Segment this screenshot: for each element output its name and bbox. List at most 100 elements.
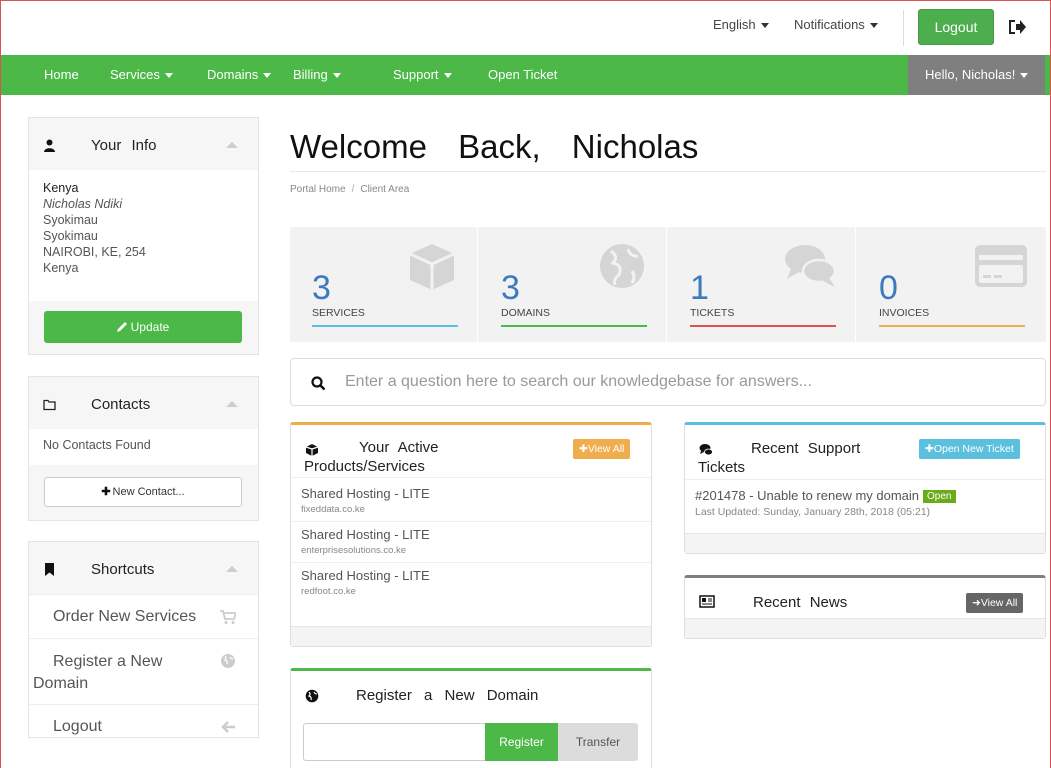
register-domain-title: Register a New Domain — [356, 687, 539, 704]
tile-tickets[interactable]: 1 TICKETS — [668, 227, 856, 342]
cube-icon — [409, 244, 455, 290]
language-label: English — [713, 17, 756, 32]
sign-out-icon[interactable] — [1007, 17, 1027, 37]
product-row[interactable]: Shared Hosting - LITE redfoot.co.ke — [291, 562, 651, 603]
nav-services-label: Services — [110, 67, 160, 82]
product-domain: enterprisesolutions.co.ke — [301, 545, 407, 556]
nav-support[interactable]: Support — [393, 67, 452, 82]
update-label: Update — [130, 320, 170, 334]
tile-services[interactable]: 3 SERVICES — [290, 227, 478, 342]
recent-news-title: Recent News — [753, 594, 848, 611]
user-greeting: Hello, Nicholas! — [925, 67, 1016, 82]
nav-billing[interactable]: Billing — [293, 67, 341, 82]
shortcut-order-new-services[interactable]: Order New Services — [29, 594, 258, 638]
ticket-subject: #201478 - Unable to renew my domain — [695, 488, 920, 503]
logout-button[interactable]: Logout — [918, 9, 994, 45]
register-domain-card: Register a New Domain Register Transfer — [290, 668, 652, 768]
update-button[interactable]: Update — [44, 311, 242, 343]
address-city: NAIROBI, KE, 254 — [43, 245, 146, 259]
new-contact-button[interactable]: ✚ New Contact... — [44, 477, 242, 507]
chevron-up-icon[interactable] — [226, 142, 238, 148]
recent-news-card: Recent News ➜View All — [684, 575, 1046, 639]
shortcut-label: Register a New — [53, 653, 163, 670]
shortcut-register-domain[interactable]: Register a New Domain — [29, 638, 258, 704]
chevron-down-icon — [869, 23, 878, 29]
open-new-ticket-button[interactable]: ✚Open New Ticket — [919, 439, 1020, 459]
divider — [290, 171, 1046, 172]
globe-icon — [221, 654, 235, 668]
card-footer — [291, 626, 651, 646]
chevron-down-icon — [263, 73, 272, 79]
tile-domains[interactable]: 3 DOMAINS — [479, 227, 667, 342]
nav-domains[interactable]: Domains — [207, 67, 272, 82]
tile-invoices[interactable]: 0 INVOICES — [857, 227, 1045, 342]
domains-underline — [501, 325, 647, 327]
product-row[interactable]: Shared Hosting - LITE fixeddata.co.ke — [291, 477, 651, 521]
main-navbar: Home Services Domains Billing Support Op… — [0, 55, 1051, 95]
chevron-down-icon — [760, 23, 769, 29]
open-new-ticket-label: Open New Ticket — [933, 443, 1014, 455]
stats-tiles: 3 SERVICES 3 DOMAINS 1 TICKETS 0 INVOICE… — [290, 227, 1046, 342]
divider — [903, 10, 904, 46]
ticket-subject-line: #201478 - Unable to renew my domain Open — [695, 488, 1035, 503]
shortcut-label: Order New Services — [53, 608, 197, 625]
recent-tickets-card: Recent Support Tickets ✚Open New Ticket … — [684, 422, 1046, 554]
register-button[interactable]: Register — [485, 723, 558, 761]
ticket-row[interactable]: #201478 - Unable to renew my domain Open … — [685, 479, 1045, 524]
user-icon — [44, 139, 55, 152]
domains-count: 3 — [501, 269, 520, 307]
title-line: Products/Services — [304, 458, 425, 475]
title-line: Your Active — [359, 439, 439, 456]
no-contacts-text: No Contacts Found — [43, 438, 151, 452]
nav-home[interactable]: Home — [44, 67, 79, 82]
page-title: Welcome Back, Nicholas — [290, 128, 699, 165]
bookmark-icon — [45, 563, 54, 576]
contacts-header[interactable]: Contacts — [29, 377, 258, 429]
view-all-news-button[interactable]: ➜View All — [966, 593, 1024, 613]
recent-tickets-title: Recent Support Tickets — [698, 439, 860, 477]
tickets-label: TICKETS — [690, 307, 735, 319]
notifications-label: Notifications — [794, 17, 865, 32]
chevron-up-icon[interactable] — [226, 401, 238, 407]
product-name: Shared Hosting - LITE — [301, 568, 430, 583]
nav-open-ticket[interactable]: Open Ticket — [488, 67, 557, 82]
knowledgebase-search[interactable]: Enter a question here to search our know… — [290, 358, 1046, 406]
your-info-panel: Your Info Kenya Nicholas Ndiki Syokimau … — [28, 117, 259, 355]
active-products-title: Your Active Products/Services — [304, 438, 439, 476]
chevron-down-icon — [443, 73, 452, 79]
breadcrumb-portal-home[interactable]: Portal Home — [290, 184, 346, 195]
user-menu[interactable]: Hello, Nicholas! — [908, 55, 1045, 95]
your-info-header[interactable]: Your Info — [29, 118, 258, 170]
breadcrumb-client-area: Client Area — [360, 184, 410, 195]
newspaper-icon — [699, 595, 715, 608]
shortcut-logout[interactable]: Logout — [29, 704, 258, 748]
active-products-header: Your Active Products/Services ✚View All — [291, 425, 651, 477]
status-badge: Open — [923, 490, 956, 503]
transfer-button[interactable]: Transfer — [558, 723, 638, 761]
view-all-products-button[interactable]: ✚View All — [573, 439, 631, 459]
product-row[interactable]: Shared Hosting - LITE enterprisesolution… — [291, 521, 651, 562]
plus-icon: ✚ — [579, 443, 588, 455]
chevron-down-icon — [1020, 73, 1029, 79]
shortcuts-header[interactable]: Shortcuts — [29, 542, 258, 594]
invoices-underline — [879, 325, 1025, 327]
plus-icon: ✚ — [101, 486, 111, 498]
breadcrumb: Portal Home / Client Area — [290, 184, 410, 195]
arrow-right-icon: ➜ — [972, 597, 981, 609]
nav-services[interactable]: Services — [110, 67, 173, 82]
active-products-card: Your Active Products/Services ✚View All … — [290, 422, 652, 647]
domain-search-input[interactable] — [303, 723, 485, 761]
contacts-title: Contacts — [91, 396, 151, 413]
title-line: Recent Support — [751, 440, 861, 457]
nav-support-label: Support — [393, 67, 439, 82]
services-label: SERVICES — [312, 307, 365, 319]
shortcut-label-cont: Domain — [33, 675, 89, 692]
language-dropdown[interactable]: English — [713, 17, 769, 32]
search-icon — [311, 376, 326, 391]
chevron-up-icon[interactable] — [226, 566, 238, 572]
services-count: 3 — [312, 269, 331, 307]
notifications-dropdown[interactable]: Notifications — [794, 17, 878, 32]
comments-icon — [785, 245, 837, 287]
chevron-down-icon — [332, 73, 341, 79]
shortcut-label: Logout — [53, 718, 102, 735]
